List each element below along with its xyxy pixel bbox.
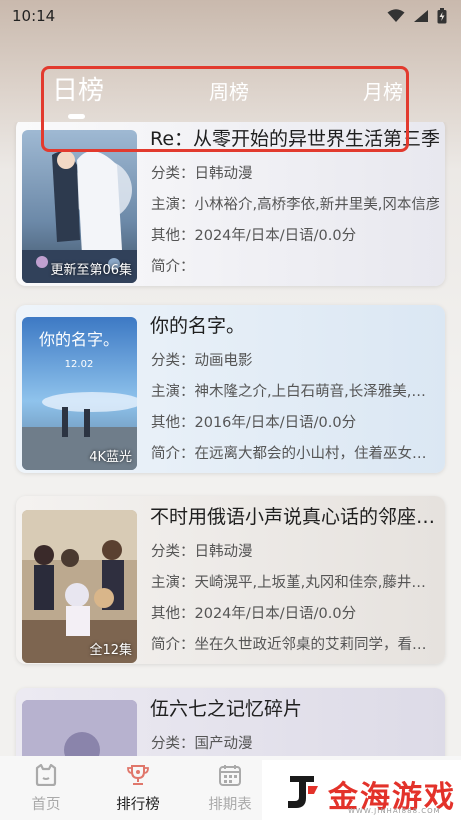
ranking-item[interactable]: 伍六七之记忆碎片 分类：国产动漫 (16, 688, 445, 756)
home-icon (33, 763, 59, 790)
nav-ranking-label: 排行榜 (116, 797, 160, 813)
quality-badge: 4K蓝光 (89, 450, 132, 465)
item-other-info: 其他：2024年/日本/日语/0.0分 (151, 606, 357, 622)
ranking-tabs: 日榜 周榜 月榜 (0, 66, 461, 126)
item-title[interactable]: 你的名字。 (150, 311, 440, 338)
item-summary: 简介： (151, 259, 195, 275)
item-cast: 主演：天崎滉平,上坂堇,丸冈和佳奈,藤井雪代 (151, 575, 439, 591)
nav-home[interactable]: 首页 (11, 763, 81, 814)
item-category: 分类：动画电影 (151, 353, 253, 369)
item-title[interactable]: Re：从零开始的异世界生活第三季 (150, 124, 440, 151)
status-bar: 10:14 (0, 0, 461, 32)
cellular-signal-icon (413, 9, 429, 23)
item-summary: 简介：在远离大都会的小山村，住着巫女世家出身的高中女孩 (151, 446, 439, 462)
poster-image: 你的名字。 12.02 4K蓝光 (22, 317, 137, 470)
tab-monthly[interactable]: 月榜 (363, 76, 403, 105)
item-title[interactable]: 伍六七之记忆碎片 (150, 694, 440, 721)
poster-title-art: 你的名字。 (39, 330, 119, 349)
tab-daily[interactable]: 日榜 (52, 70, 104, 107)
battery-icon (437, 8, 447, 24)
trophy-icon (125, 764, 151, 790)
poster-image: 全12集 (22, 510, 137, 663)
ranking-item[interactable]: 你的名字。 12.02 4K蓝光 你的名字。 分类：动画电影 主演：神木隆之介,… (16, 305, 445, 473)
poster-image (22, 700, 137, 756)
nav-home-label: 首页 (31, 797, 61, 813)
brand-logo-icon (284, 772, 322, 814)
item-category: 分类：日韩动漫 (151, 166, 253, 182)
active-tab-indicator (68, 114, 85, 119)
poster-image: 更新至第06集 (22, 130, 137, 283)
tab-weekly[interactable]: 周榜 (209, 76, 249, 105)
item-other-info: 其他：2024年/日本/日语/0.0分 (151, 228, 357, 244)
nav-schedule[interactable]: 排期表 (195, 764, 265, 814)
episode-badge: 全12集 (89, 643, 132, 658)
ranking-item[interactable]: 全12集 不时用俄语小声说真心话的邻座艾莉同学 分类：日韩动漫 主演：天崎滉平,… (16, 496, 445, 664)
nav-schedule-label: 排期表 (208, 797, 252, 813)
item-cast: 主演：神木隆之介,上白石萌音,长泽雅美,市原悦子 (151, 384, 439, 400)
item-category: 分类：日韩动漫 (151, 544, 253, 560)
item-category: 分类：国产动漫 (151, 736, 253, 752)
ranking-item[interactable]: 更新至第06集 Re：从零开始的异世界生活第三季 分类：日韩动漫 主演：小林裕介… (16, 122, 445, 286)
poster-date-art: 12.02 (65, 359, 94, 370)
item-other-info: 其他：2016年/日本/日语/0.0分 (151, 415, 357, 431)
item-cast: 主演：小林裕介,高桥李依,新井里美,冈本信彦 (151, 197, 439, 213)
watermark-logo: 金海游戏 WWW.JINHAI888.COM (262, 760, 461, 820)
status-icons (387, 8, 447, 24)
item-title[interactable]: 不时用俄语小声说真心话的邻座艾莉同学 (150, 502, 440, 529)
status-time: 10:14 (12, 7, 56, 25)
nav-ranking[interactable]: 排行榜 (103, 764, 173, 814)
wifi-icon (387, 9, 405, 23)
brand-url: WWW.JINHAI888.COM (348, 807, 441, 815)
ranking-list[interactable]: 更新至第06集 Re：从零开始的异世界生活第三季 分类：日韩动漫 主演：小林裕介… (0, 122, 461, 756)
calendar-icon (217, 764, 243, 790)
item-summary: 简介：坐在久世政近邻桌的艾莉同学，看起来冷若冰霜 (151, 637, 439, 653)
episode-badge: 更新至第06集 (50, 263, 132, 278)
